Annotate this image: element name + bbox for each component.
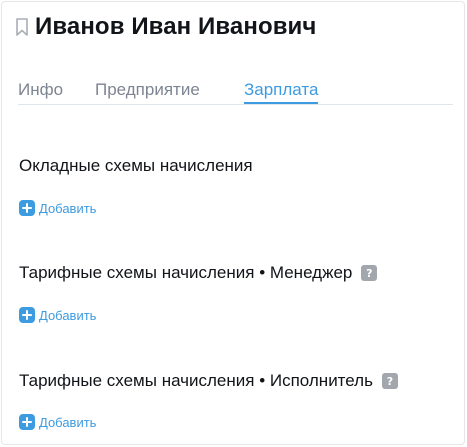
tab-salary[interactable]: Зарплата <box>244 80 319 104</box>
help-icon[interactable]: ? <box>381 373 398 389</box>
tab-info[interactable]: Инфо <box>18 80 63 104</box>
add-executor-tariff-button[interactable]: Добавить <box>19 414 96 430</box>
section-title-executor-tariff: Тарифные схемы начисления • Исполнитель … <box>19 371 398 391</box>
bookmark-icon[interactable] <box>15 17 29 37</box>
page-title: Иванов Иван Иванович <box>35 13 317 40</box>
section-title-text: Тарифные схемы начисления • Исполнитель <box>19 371 373 390</box>
add-manager-tariff-button[interactable]: Добавить <box>19 307 96 323</box>
tab-enterprise[interactable]: Предприятие <box>95 80 200 104</box>
plus-icon <box>19 307 35 323</box>
add-label: Добавить <box>39 200 97 216</box>
tab-bar: Инфо Предприятие Зарплата <box>18 80 453 105</box>
plus-icon <box>19 414 35 430</box>
section-title-text: Окладные схемы начисления <box>19 156 253 175</box>
help-icon[interactable]: ? <box>361 265 378 281</box>
section-title-salary-schemes: Окладные схемы начисления <box>19 156 253 176</box>
plus-icon <box>19 200 35 216</box>
card-header: Иванов Иван Иванович <box>15 13 316 41</box>
add-label: Добавить <box>39 307 97 323</box>
employee-card: Иванов Иван Иванович Инфо Предприятие За… <box>1 1 465 445</box>
add-label: Добавить <box>39 414 97 430</box>
add-salary-scheme-button[interactable]: Добавить <box>19 200 96 216</box>
section-title-text: Тарифные схемы начисления • Менеджер <box>19 263 353 282</box>
section-title-manager-tariff: Тарифные схемы начисления • Менеджер ? <box>19 263 378 283</box>
